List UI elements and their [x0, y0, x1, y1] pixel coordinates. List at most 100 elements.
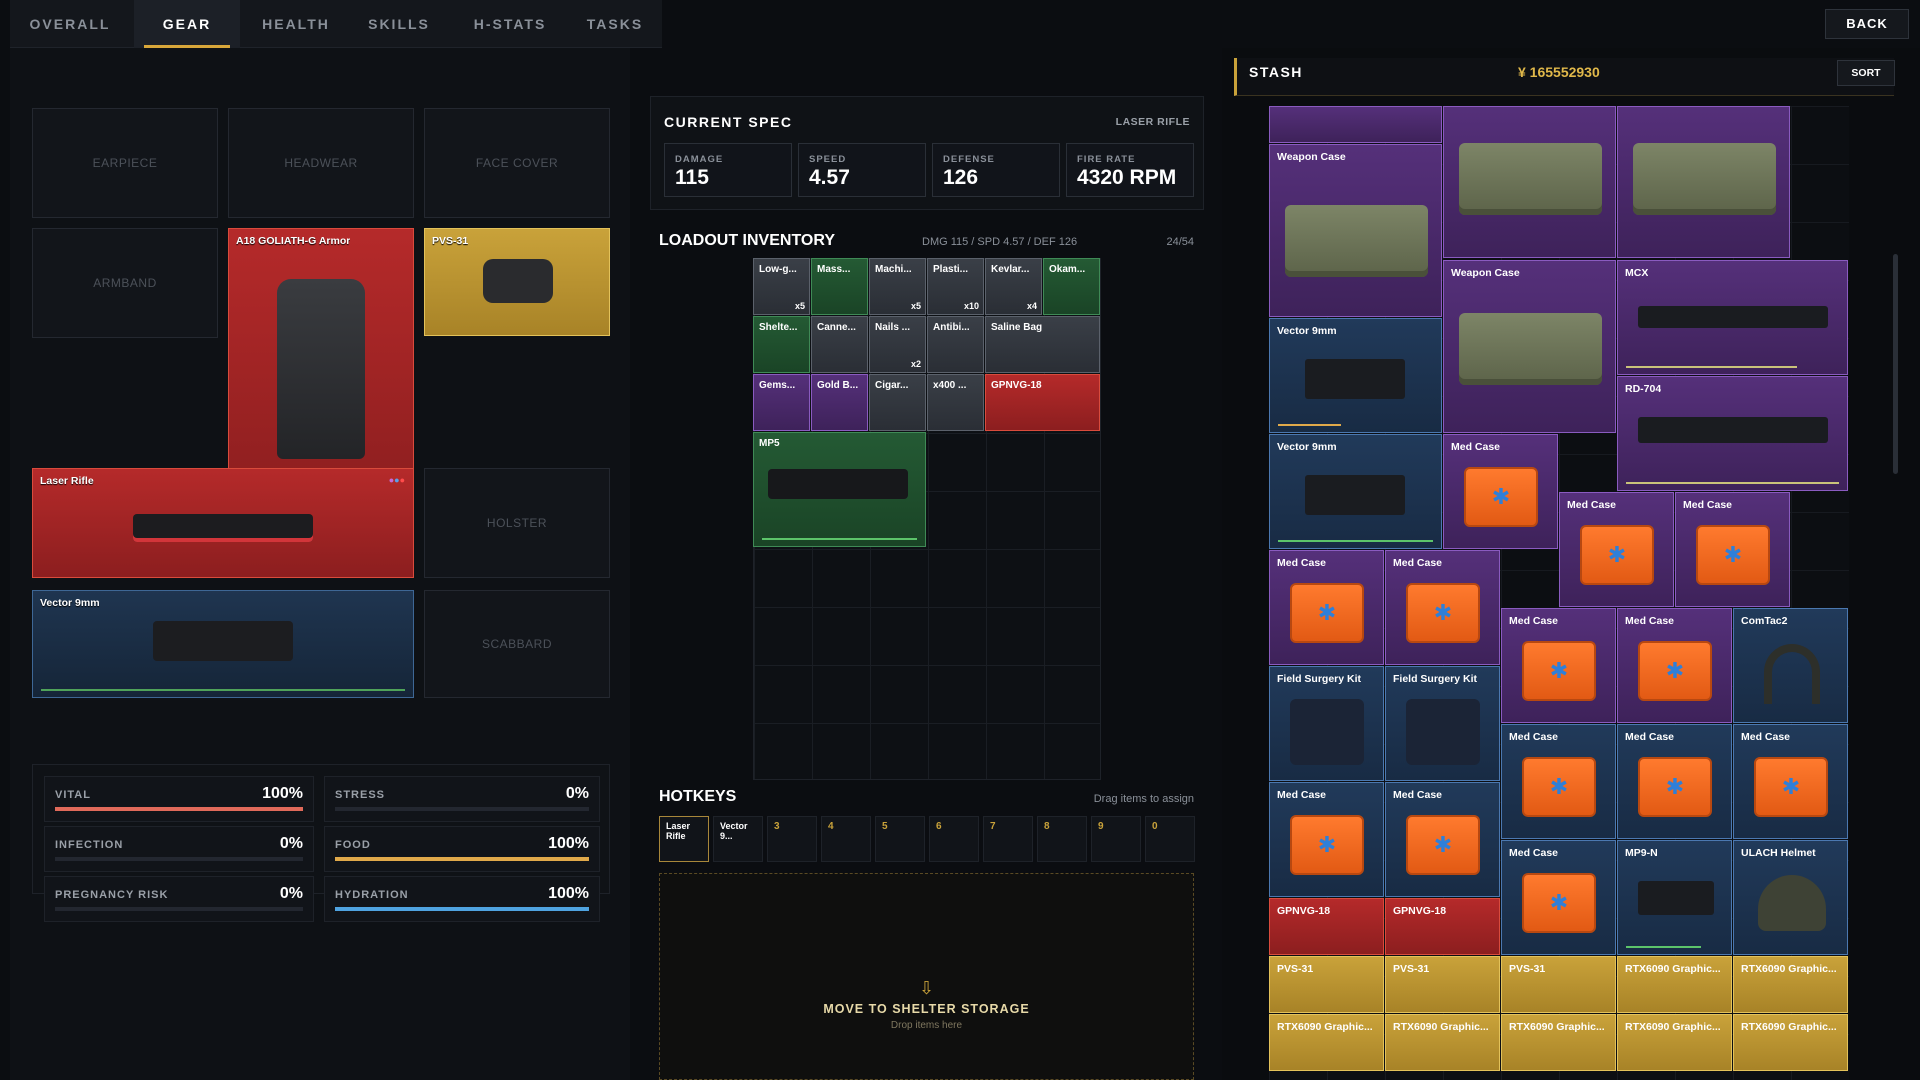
inv-item-name: Gold B...: [817, 380, 859, 391]
stash-item-rtx6090[interactable]: RTX6090 Graphic...: [1733, 956, 1848, 1013]
inv-item[interactable]: Canne...: [811, 316, 868, 373]
inv-item[interactable]: Shelte...: [753, 316, 810, 373]
stash-item-med-case[interactable]: Med Case: [1559, 492, 1674, 607]
tab-tasks[interactable]: TASKS: [570, 0, 660, 48]
item-name: RTX6090 Graphic...: [1625, 1021, 1721, 1033]
hotkey-4[interactable]: 4: [821, 816, 871, 862]
tab-gear[interactable]: GEAR: [134, 0, 240, 48]
slot-earpiece[interactable]: EARPIECE: [32, 108, 218, 218]
stash-item-comtac[interactable]: ComTac2: [1733, 608, 1848, 723]
stash-item-med-case[interactable]: Med Case: [1617, 608, 1732, 723]
vector-smg-icon: [153, 621, 293, 661]
loadout-summary: DMG 115 / SPD 4.57 / DEF 126: [922, 236, 1078, 248]
slot-face-cover[interactable]: FACE COVER: [424, 108, 610, 218]
stash-item-med-case[interactable]: Med Case: [1733, 724, 1848, 839]
inv-item[interactable]: Saline Bag: [985, 316, 1100, 373]
hotkey-9[interactable]: 9: [1091, 816, 1141, 862]
stash-item-field-surgery-kit[interactable]: Field Surgery Kit: [1269, 666, 1384, 781]
hotkey-2[interactable]: Vector 9...: [713, 816, 763, 862]
tab-h-stats[interactable]: H-STATS: [460, 0, 560, 48]
stash-item-weapon-case[interactable]: Weapon Case: [1269, 144, 1442, 317]
hotkey-3[interactable]: 3: [767, 816, 817, 862]
shelter-drop-zone[interactable]: ⇩ MOVE TO SHELTER STORAGE Drop items her…: [659, 873, 1194, 1080]
stash-item-pvs31[interactable]: PVS-31: [1385, 956, 1500, 1013]
inv-item[interactable]: Gold B...: [811, 374, 868, 431]
spec-label: SPEED: [809, 154, 847, 165]
tab-health[interactable]: HEALTH: [246, 0, 346, 48]
smg-icon: [1305, 359, 1405, 399]
item-name: PVS-31: [1509, 963, 1546, 975]
stash-item-mp9n[interactable]: MP9-N: [1617, 840, 1732, 955]
inv-item-count: x5: [910, 301, 921, 311]
stash-item-med-case[interactable]: Med Case: [1385, 782, 1500, 897]
stash-item-rtx6090[interactable]: RTX6090 Graphic...: [1501, 1014, 1616, 1071]
inv-item[interactable]: MP5: [753, 432, 926, 547]
stash-item-med-case[interactable]: Med Case: [1501, 724, 1616, 839]
inv-item[interactable]: Okam...: [1043, 258, 1100, 315]
inv-item[interactable]: Kevlar... x4: [985, 258, 1042, 315]
slot-scabbard[interactable]: SCABBARD: [424, 590, 610, 698]
inv-item[interactable]: Machi... x5: [869, 258, 926, 315]
stash-item-med-case[interactable]: Med Case: [1501, 840, 1616, 955]
item-name: PVS-31: [1393, 963, 1430, 975]
slot-label: FACE COVER: [475, 156, 559, 170]
inv-item[interactable]: Antibi...: [927, 316, 984, 373]
inv-item[interactable]: Mass...: [811, 258, 868, 315]
stash-item-med-case[interactable]: Med Case: [1501, 608, 1616, 723]
stash-item-weapon-case[interactable]: Weapon Case: [1443, 260, 1616, 433]
stash-item-crate[interactable]: [1443, 106, 1616, 258]
sort-button[interactable]: SORT: [1837, 60, 1895, 86]
stash-item-gpnvg[interactable]: GPNVG-18: [1269, 898, 1384, 955]
stash-item-med-case[interactable]: Med Case: [1269, 782, 1384, 897]
stash-item-mcx[interactable]: MCX: [1617, 260, 1848, 375]
stash-item-vector[interactable]: Vector 9mm: [1269, 318, 1442, 433]
primary-weapon-slot[interactable]: Laser Rifle ●●●: [32, 468, 414, 578]
hotkey-1[interactable]: Laser Rifle: [659, 816, 709, 862]
inv-item[interactable]: Nails ... x2: [869, 316, 926, 373]
stash-item-med-case[interactable]: Med Case: [1443, 434, 1558, 549]
stash-item-ulach-helmet[interactable]: ULACH Helmet: [1733, 840, 1848, 955]
slot-headwear[interactable]: HEADWEAR: [228, 108, 414, 218]
stash-item-pvs31[interactable]: PVS-31: [1269, 956, 1384, 1013]
slot-armband[interactable]: ARMBAND: [32, 228, 218, 338]
tab-skills[interactable]: SKILLS: [354, 0, 444, 48]
secondary-weapon-slot[interactable]: Vector 9mm: [32, 590, 414, 698]
stash-item-rtx6090[interactable]: RTX6090 Graphic...: [1617, 956, 1732, 1013]
stash-item-rtx6090[interactable]: RTX6090 Graphic...: [1733, 1014, 1848, 1071]
inv-item[interactable]: Cigar...: [869, 374, 926, 431]
stash-item-rd704[interactable]: RD-704: [1617, 376, 1848, 491]
stash-item-vector[interactable]: Vector 9mm: [1269, 434, 1442, 549]
spec-fire-rate: FIRE RATE 4320 RPM: [1066, 143, 1194, 197]
hotkeys-title: HOTKEYS: [659, 788, 737, 805]
stash-item-med-case[interactable]: Med Case: [1269, 550, 1384, 665]
inv-item[interactable]: GPNVG-18: [985, 374, 1100, 431]
nvg-slot[interactable]: PVS-31: [424, 228, 610, 336]
stash-item-med-case[interactable]: Med Case: [1385, 550, 1500, 665]
hotkey-7[interactable]: 7: [983, 816, 1033, 862]
item-name: GPNVG-18: [1277, 905, 1331, 917]
stash-item-med-case[interactable]: Med Case: [1675, 492, 1790, 607]
slot-holster[interactable]: HOLSTER: [424, 468, 610, 578]
stash-item[interactable]: [1269, 106, 1442, 143]
inv-item[interactable]: Low-g... x5: [753, 258, 810, 315]
stash-item-rtx6090[interactable]: RTX6090 Graphic...: [1385, 1014, 1500, 1071]
hotkey-0[interactable]: 0: [1145, 816, 1195, 862]
stash-item-field-surgery-kit[interactable]: Field Surgery Kit: [1385, 666, 1500, 781]
inv-item[interactable]: Plasti... x10: [927, 258, 984, 315]
stash-item-rtx6090[interactable]: RTX6090 Graphic...: [1617, 1014, 1732, 1071]
hotkey-6[interactable]: 6: [929, 816, 979, 862]
hotkey-8[interactable]: 8: [1037, 816, 1087, 862]
stash-scrollbar[interactable]: [1893, 254, 1898, 474]
armor-slot[interactable]: A18 GOLIATH-G Armor: [228, 228, 414, 505]
stash-item-gpnvg[interactable]: GPNVG-18: [1385, 898, 1500, 955]
stash-item-crate[interactable]: [1617, 106, 1790, 258]
stash-item-pvs31[interactable]: PVS-31: [1501, 956, 1616, 1013]
hotkey-5[interactable]: 5: [875, 816, 925, 862]
inv-item[interactable]: x400 ...: [927, 374, 984, 431]
back-button[interactable]: BACK: [1825, 9, 1909, 39]
stash-item-rtx6090[interactable]: RTX6090 Graphic...: [1269, 1014, 1384, 1071]
tab-overall[interactable]: OVERALL: [20, 0, 120, 48]
med-case-icon: [1754, 757, 1828, 817]
inv-item[interactable]: Gems...: [753, 374, 810, 431]
stash-item-med-case[interactable]: Med Case: [1617, 724, 1732, 839]
